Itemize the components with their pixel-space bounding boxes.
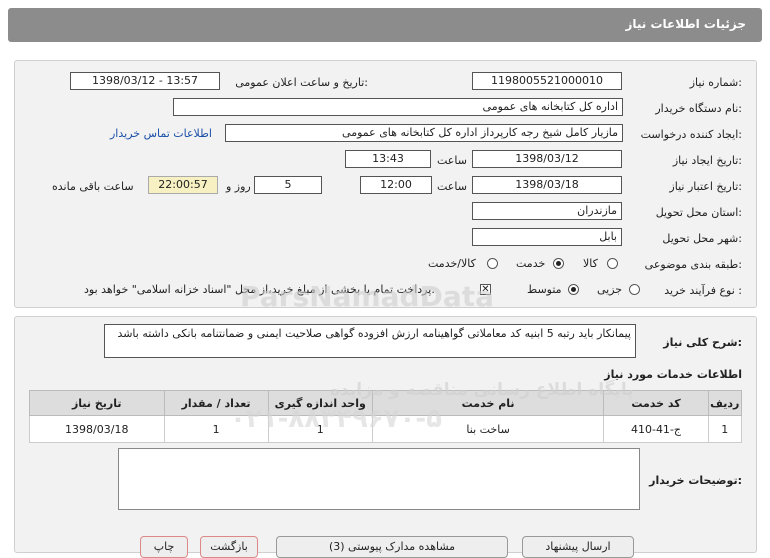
- cell-date: 1398/03/18: [29, 415, 165, 443]
- creator-field[interactable]: مازیار کامل شیخ رجه کارپرداز اداره کل کت…: [225, 124, 623, 142]
- category-radio-goods[interactable]: [607, 258, 618, 269]
- category-label: طبقه بندی موضوعی:: [644, 258, 742, 271]
- need-number-field[interactable]: 1198005521000010: [472, 72, 622, 90]
- announce-date-field[interactable]: 1398/03/12 - 13:57: [70, 72, 220, 90]
- city-label: شهر محل تحویل:: [662, 232, 742, 245]
- cell-row: 1: [707, 415, 743, 443]
- description-text: پیمانکار باید رتبه 5 ابنیه کد معاملاتی گ…: [117, 327, 631, 340]
- create-time-field[interactable]: 13:43: [345, 150, 431, 168]
- need-number-label: شماره نیاز:: [689, 76, 742, 89]
- process-radio-medium[interactable]: [568, 284, 579, 295]
- submit-offer-button[interactable]: ارسال پیشنهاد: [522, 536, 634, 558]
- contact-info-link[interactable]: اطلاعات تماس خریدار: [110, 127, 212, 140]
- creator-label: ایجاد کننده درخواست:: [640, 128, 742, 141]
- description-field[interactable]: پیمانکار باید رتبه 5 ابنیه کد معاملاتی گ…: [104, 324, 636, 358]
- remaining-time-field: 22:00:57: [148, 176, 218, 194]
- col-date: تاریخ نیاز: [29, 390, 165, 416]
- category-option-goods: کالا: [583, 257, 598, 270]
- create-date-field[interactable]: 1398/03/12: [472, 150, 622, 168]
- print-button[interactable]: چاپ: [140, 536, 188, 558]
- announce-date-label: تاریخ و ساعت اعلان عمومی:: [235, 76, 368, 89]
- description-label: شرح کلی نیاز:: [663, 336, 742, 349]
- validity-date-label: تاریخ اعتبار نیاز:: [669, 180, 742, 193]
- process-radio-minor[interactable]: [629, 284, 640, 295]
- validity-time-label: ساعت: [437, 180, 467, 193]
- validity-date-field[interactable]: 1398/03/18: [472, 176, 622, 194]
- remaining-label: ساعت باقی مانده: [52, 180, 134, 193]
- days-label: روز و: [226, 180, 251, 193]
- days-field[interactable]: 5: [254, 176, 322, 194]
- city-field[interactable]: بابل: [472, 228, 622, 246]
- back-button[interactable]: بازگشت: [200, 536, 258, 558]
- create-date-label: تاریخ ایجاد نیاز:: [672, 154, 742, 167]
- col-row: ردیف: [707, 390, 743, 416]
- cell-service-code: ج-41-410: [603, 415, 709, 443]
- watermark-subtitle: پایگاه اطلاع رسانی مناقصه و مزایده: [330, 380, 634, 400]
- watermark-phone: ۰۲۱-۸۸۳۴۹۶۷۰-۵: [230, 404, 443, 434]
- province-label: استان محل تحویل:: [655, 206, 742, 219]
- attachments-button[interactable]: مشاهده مدارک پیوستی (3): [276, 536, 508, 558]
- category-option-goods-service: کالا/خدمت: [428, 257, 476, 270]
- create-time-label: ساعت: [437, 154, 467, 167]
- buyer-notes-label: توضیحات خریدار:: [649, 474, 742, 487]
- buyer-notes-field[interactable]: [118, 448, 640, 510]
- category-option-service: خدمت: [516, 257, 546, 270]
- page-title: جزئیات اطلاعات نیاز: [625, 17, 746, 31]
- process-option-minor: جزیی: [597, 283, 623, 296]
- buyer-org-label: نام دستگاه خریدار:: [655, 102, 742, 115]
- province-field[interactable]: مازندران: [472, 202, 622, 220]
- validity-time-field[interactable]: 12:00: [360, 176, 432, 194]
- category-radio-service[interactable]: [553, 258, 564, 269]
- watermark-logo-text: ParsNamadData: [240, 280, 494, 313]
- process-option-medium: متوسط: [527, 283, 562, 296]
- page-header: جزئیات اطلاعات نیاز: [8, 8, 762, 42]
- category-radio-goods-service[interactable]: [487, 258, 498, 269]
- process-label: نوع فرآیند خرید :: [664, 284, 742, 297]
- buyer-org-field[interactable]: اداره کل کتابخانه های عمومی: [173, 98, 623, 116]
